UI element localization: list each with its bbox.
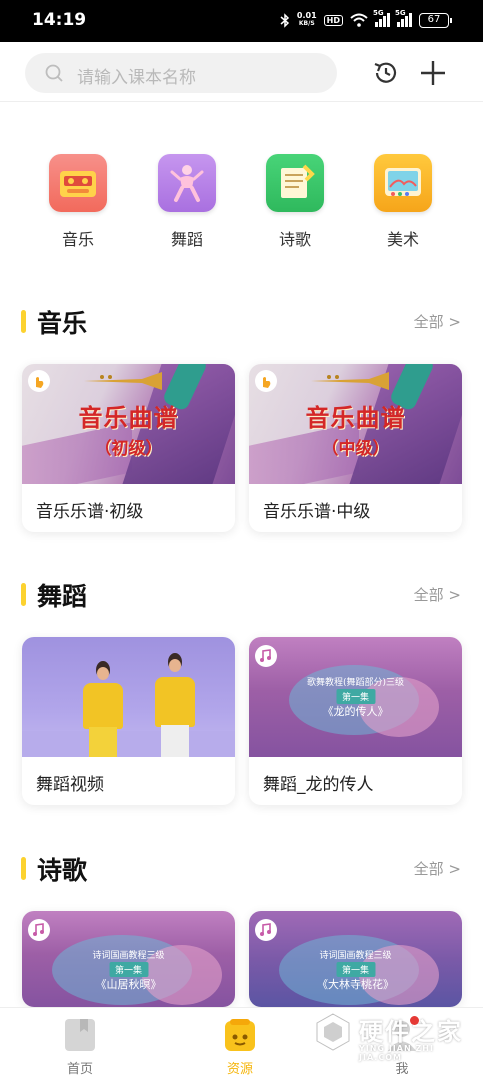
section-title: 诗歌 (37, 856, 88, 885)
card-thumbnail (22, 637, 235, 757)
card-thumbnail: 诗词国画教程三级 第一集 《山居秋暝》 (22, 911, 235, 1007)
signal-2-icon: 5G (395, 9, 412, 27)
status-bar: 14:19 0.01 KB/S HD 5G 5G 67 (0, 0, 483, 42)
scroll-icon (266, 154, 324, 212)
category-music[interactable]: 音乐 (43, 154, 113, 250)
watermark-logo-icon (316, 1013, 350, 1051)
hd-badge: HD (323, 14, 343, 26)
view-all-link[interactable]: 全部 > (414, 311, 461, 332)
view-all-link[interactable]: 全部 > (414, 858, 461, 879)
category-art[interactable]: 美术 (368, 154, 438, 250)
trumpet-icon (84, 372, 162, 390)
add-icon[interactable] (419, 59, 447, 87)
resource-icon (225, 1019, 255, 1051)
search-placeholder: 请输入课本名称 (77, 68, 196, 88)
course-card[interactable]: 诗词国画教程三级 第一集 《山居秋暝》 (22, 911, 235, 1007)
search-input[interactable]: 请输入课本名称 (25, 53, 337, 93)
trumpet-icon (311, 372, 389, 390)
card-thumbnail: 音乐曲谱 （初级） (22, 364, 235, 484)
status-icons: 0.01 KB/S HD 5G 5G 67 (280, 9, 452, 28)
course-card[interactable]: 音乐曲谱 （中级） 音乐乐谱·中级 (249, 364, 462, 532)
card-title: 音乐乐谱·中级 (263, 502, 371, 522)
course-card[interactable]: 歌舞教程(舞蹈部分)三级 第一集 《龙的传人》 舞蹈_龙的传人 (249, 637, 462, 805)
wifi-icon (350, 13, 368, 27)
card-title: 音乐乐谱·初级 (36, 502, 144, 522)
music-note-icon (255, 919, 277, 941)
dancer-icon (158, 154, 216, 212)
section-title: 舞蹈 (37, 582, 88, 611)
view-all-link[interactable]: 全部 > (414, 584, 461, 605)
card-thumbnail: 诗词国画教程三级 第一集 《大林寺桃花》 (249, 911, 462, 1007)
section-accent-bar (21, 310, 26, 333)
section-header-poetry: 诗歌 全部 > (0, 848, 483, 888)
category-row: 音乐 舞蹈 诗歌 美术 (0, 154, 483, 254)
tab-home[interactable]: 首页 (20, 1008, 140, 1080)
hand-icon (255, 370, 277, 392)
hand-icon (28, 370, 50, 392)
watermark-subtitle: YING JIAN ZHI JIA.COM (359, 1044, 434, 1062)
section-header-music: 音乐 全部 > (0, 301, 483, 341)
card-thumbnail: 歌舞教程(舞蹈部分)三级 第一集 《龙的传人》 (249, 637, 462, 757)
course-card[interactable]: 诗词国画教程三级 第一集 《大林寺桃花》 (249, 911, 462, 1007)
tab-resources[interactable]: 资源 (180, 1008, 300, 1080)
status-time: 14:19 (32, 10, 87, 30)
card-title: 舞蹈_龙的传人 (263, 775, 374, 795)
music-note-icon (255, 645, 277, 667)
history-icon[interactable] (372, 59, 400, 87)
watermark: 硬件之家 YING JIAN ZHI JIA.COM (315, 1010, 475, 1062)
book-icon (65, 1019, 95, 1051)
palette-icon (374, 154, 432, 212)
music-note-icon (28, 919, 50, 941)
battery-icon: 67 (419, 12, 452, 28)
category-dance[interactable]: 舞蹈 (152, 154, 222, 250)
section-title: 音乐 (37, 309, 88, 338)
bluetooth-icon (280, 12, 290, 28)
search-header: 请输入课本名称 (0, 42, 483, 102)
section-accent-bar (21, 857, 26, 880)
category-poetry[interactable]: 诗歌 (260, 154, 330, 250)
course-card[interactable]: 舞蹈视频 (22, 637, 235, 805)
signal-1-icon: 5G (373, 9, 390, 27)
card-thumbnail: 音乐曲谱 （中级） (249, 364, 462, 484)
watermark-dot (410, 1016, 419, 1025)
section-accent-bar (21, 583, 26, 606)
radio-cassette-icon (49, 154, 107, 212)
section-header-dance: 舞蹈 全部 > (0, 574, 483, 614)
course-card[interactable]: 音乐曲谱 （初级） 音乐乐谱·初级 (22, 364, 235, 532)
card-title: 舞蹈视频 (36, 775, 104, 795)
network-speed: 0.01 KB/S (296, 11, 317, 28)
search-icon (45, 64, 63, 82)
